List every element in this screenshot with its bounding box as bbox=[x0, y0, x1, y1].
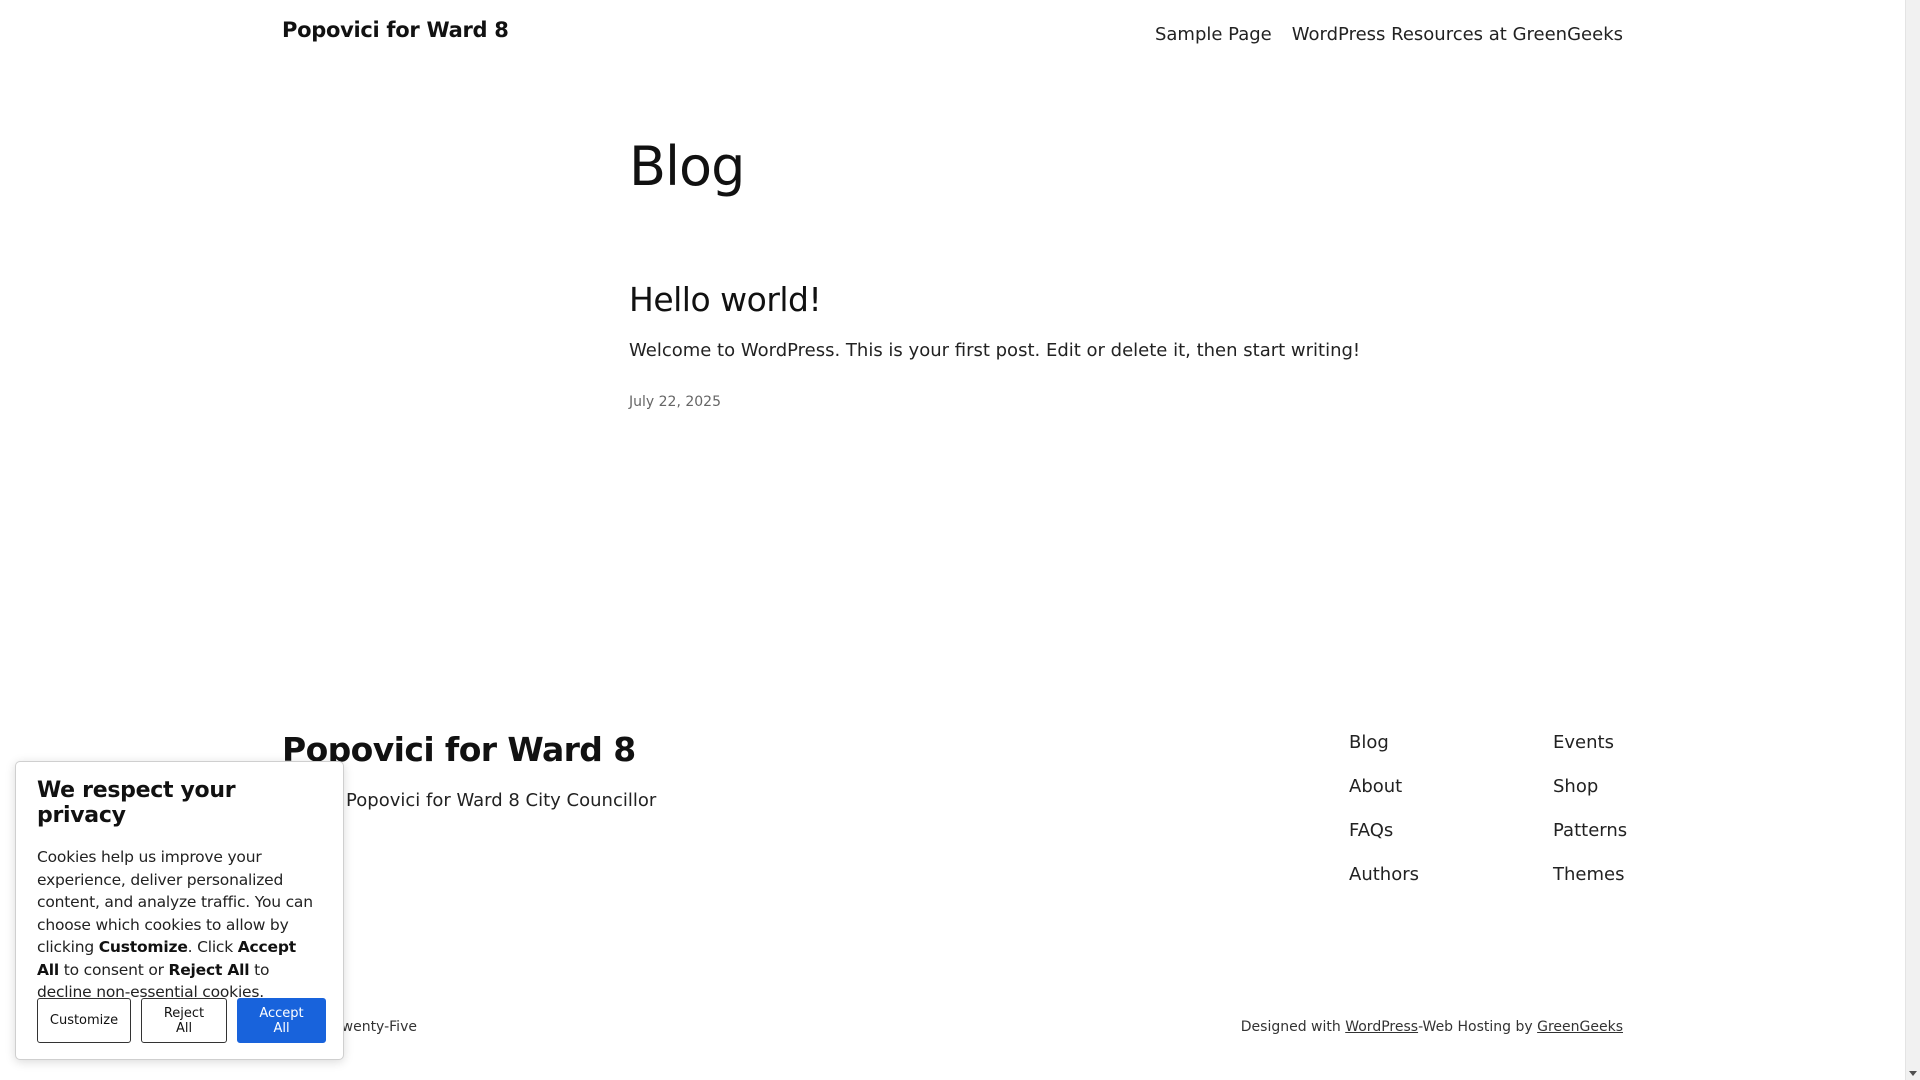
footer-link-events[interactable]: Events bbox=[1553, 730, 1627, 756]
footer-link-patterns[interactable]: Patterns bbox=[1553, 818, 1627, 844]
cookie-banner-text: Cookies help us improve your experience,… bbox=[37, 846, 323, 1004]
footer-link-blog[interactable]: Blog bbox=[1349, 730, 1419, 756]
vertical-scrollbar[interactable] bbox=[1905, 0, 1920, 1080]
cookie-button-row: Customize Reject All Accept All bbox=[37, 998, 326, 1043]
nav-sample-page[interactable]: Sample Page bbox=[1155, 24, 1272, 45]
wordpress-link[interactable]: WordPress bbox=[1345, 1019, 1418, 1035]
cookie-text-part: . Click bbox=[187, 938, 238, 956]
footer-link-shop[interactable]: Shop bbox=[1553, 774, 1627, 800]
reject-all-button[interactable]: Reject All bbox=[141, 998, 227, 1043]
scroll-down-arrow-icon[interactable] bbox=[1909, 1071, 1917, 1076]
footer-link-themes[interactable]: Themes bbox=[1553, 862, 1627, 888]
credit-prefix: Designed with bbox=[1240, 1019, 1346, 1035]
footer-link-about[interactable]: About bbox=[1349, 774, 1419, 800]
post-excerpt: Welcome to WordPress. This is your first… bbox=[629, 340, 1361, 361]
cookie-text-reject: Reject All bbox=[168, 960, 250, 979]
cookie-text-customize: Customize bbox=[98, 938, 188, 956]
nav-wordpress-resources[interactable]: WordPress Resources at GreenGeeks bbox=[1292, 24, 1623, 45]
post-title-link[interactable]: Hello world! bbox=[629, 280, 822, 320]
site-title[interactable]: Popovici for Ward 8 bbox=[282, 18, 509, 42]
credit-middle: -Web Hosting by bbox=[1418, 1019, 1538, 1035]
accept-all-button[interactable]: Accept All bbox=[237, 998, 326, 1043]
footer-link-authors[interactable]: Authors bbox=[1349, 862, 1419, 888]
top-navigation: Sample Page WordPress Resources at Green… bbox=[1155, 24, 1623, 45]
page-title: Blog bbox=[629, 135, 745, 198]
footer-hosting-credit: Designed with WordPress-Web Hosting by G… bbox=[1241, 1019, 1623, 1035]
cookie-text-part: to consent or bbox=[59, 960, 169, 979]
footer-nav-column-2: Events Shop Patterns Themes bbox=[1553, 730, 1627, 906]
footer-nav-column-1: Blog About FAQs Authors bbox=[1349, 730, 1419, 906]
customize-button[interactable]: Customize bbox=[37, 998, 131, 1043]
cookie-banner-title: We respect your privacy bbox=[37, 778, 236, 828]
post-date: July 22, 2025 bbox=[629, 394, 721, 410]
cookie-consent-banner: We respect your privacy Cookies help us … bbox=[15, 761, 344, 1060]
footer-link-faqs[interactable]: FAQs bbox=[1349, 818, 1419, 844]
greengeeks-link[interactable]: GreenGeeks bbox=[1537, 1019, 1623, 1035]
